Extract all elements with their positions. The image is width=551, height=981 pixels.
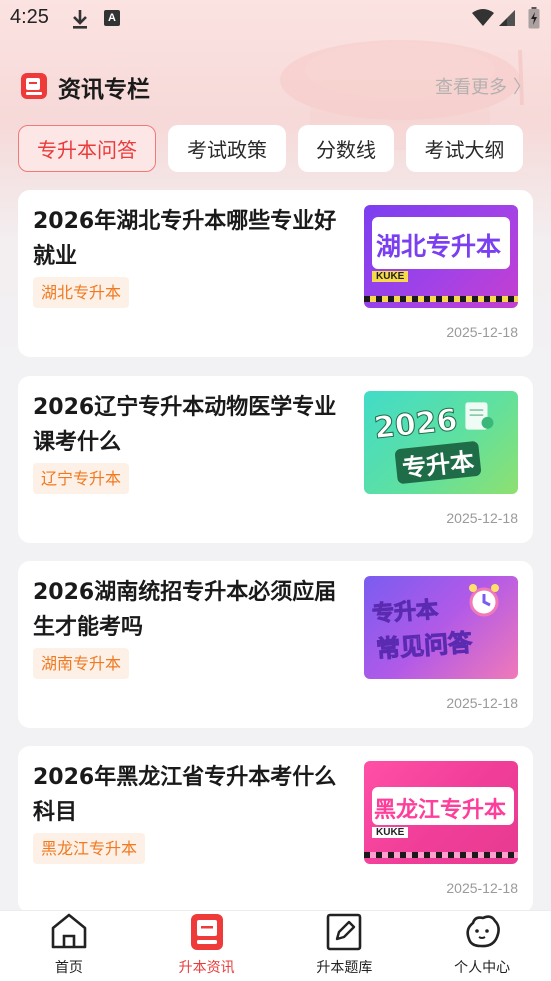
article-thumbnail: 湖北专升本 KUKE <box>364 205 518 308</box>
section-title: 资讯专栏 <box>58 77 150 103</box>
battery-icon <box>528 7 540 29</box>
nav-label: 升本题库 <box>316 960 373 976</box>
thumbnail-badge: KUKE <box>372 271 409 282</box>
alarm-clock-icon <box>469 584 499 617</box>
nav-label: 升本资讯 <box>178 960 235 976</box>
profile-icon <box>466 915 501 948</box>
article-thumbnail: 2026 专升本 <box>364 391 518 494</box>
download-icon <box>73 10 87 29</box>
thumbnail-title: 专升本 <box>394 440 482 485</box>
bottom-nav: 首页 升本资讯 升本题库 个人中心 <box>0 910 551 981</box>
chevron-right-icon: 〉 <box>513 77 531 98</box>
view-more-link[interactable]: 查看更多 〉 <box>435 73 531 99</box>
article-card[interactable]: 2026年湖北专升本哪些专业好就业 湖北专升本 湖北专升本 KUKE 2025-… <box>18 190 533 357</box>
tab-syllabus[interactable]: 考试大纲 <box>406 125 523 172</box>
section-header: 资讯专栏 查看更多 〉 <box>0 64 551 108</box>
status-bar: 4:25 A <box>0 0 551 38</box>
article-thumbnail: 专升本 常见问答 <box>364 576 518 679</box>
nav-news[interactable]: 升本资讯 <box>138 911 276 981</box>
article-title: 2026湖南统招专升本必须应届生才能考吗 <box>33 580 337 640</box>
signal-icon <box>499 10 515 26</box>
thumbnail-badge: KUKE <box>372 827 409 838</box>
article-date: 2025-12-18 <box>446 324 518 340</box>
article-thumbnail: 黑龙江专升本 KUKE <box>364 761 518 864</box>
wifi-icon <box>472 9 494 26</box>
thumbnail-title: 黑龙江专升本 <box>374 798 507 823</box>
nav-question-bank[interactable]: 升本题库 <box>276 911 414 981</box>
article-card[interactable]: 2026湖南统招专升本必须应届生才能考吗 湖南专升本 专升本 常见问答 2025… <box>18 561 533 728</box>
category-tabs: 专升本问答 考试政策 分数线 考试大纲 <box>18 125 523 173</box>
a-notification-icon: A <box>104 10 120 26</box>
article-date: 2025-12-18 <box>446 695 518 711</box>
thumbnail-year: 2026 <box>372 402 460 447</box>
tab-qa[interactable]: 专升本问答 <box>18 125 156 172</box>
article-card[interactable]: 2026辽宁专升本动物医学专业课考什么 辽宁专升本 2026 专升本 2025-… <box>18 376 533 543</box>
home-icon <box>51 913 87 949</box>
article-card[interactable]: 2026年黑龙江省专升本考什么科目 黑龙江专升本 黑龙江专升本 KUKE 202… <box>18 746 533 913</box>
article-tag: 黑龙江专升本 <box>33 833 146 864</box>
nav-home[interactable]: 首页 <box>0 911 138 981</box>
article-title: 2026年湖北专升本哪些专业好就业 <box>33 209 337 269</box>
thumbnail-subtitle: 常见问答 <box>375 628 474 664</box>
tab-scores[interactable]: 分数线 <box>298 125 394 172</box>
article-date: 2025-12-18 <box>446 880 518 896</box>
nav-label: 首页 <box>54 960 83 976</box>
thumbnail-title: 专升本 <box>371 597 440 628</box>
status-time: 4:25 <box>10 6 49 28</box>
article-tag: 湖南专升本 <box>33 648 130 679</box>
document-icon <box>465 402 494 430</box>
article-tag: 湖北专升本 <box>33 277 130 308</box>
article-tag: 辽宁专升本 <box>33 463 130 494</box>
news-icon <box>190 914 223 950</box>
thumbnail-title: 湖北专升本 <box>376 232 502 261</box>
nav-label: 个人中心 <box>454 960 511 976</box>
article-title: 2026辽宁专升本动物医学专业课考什么 <box>33 395 337 455</box>
edit-icon <box>327 913 362 951</box>
article-date: 2025-12-18 <box>446 510 518 526</box>
article-title: 2026年黑龙江省专升本考什么科目 <box>33 765 337 825</box>
view-more-label: 查看更多 <box>435 77 507 98</box>
tab-policy[interactable]: 考试政策 <box>168 125 286 172</box>
nav-profile[interactable]: 个人中心 <box>413 911 551 981</box>
news-column-icon <box>21 73 47 99</box>
